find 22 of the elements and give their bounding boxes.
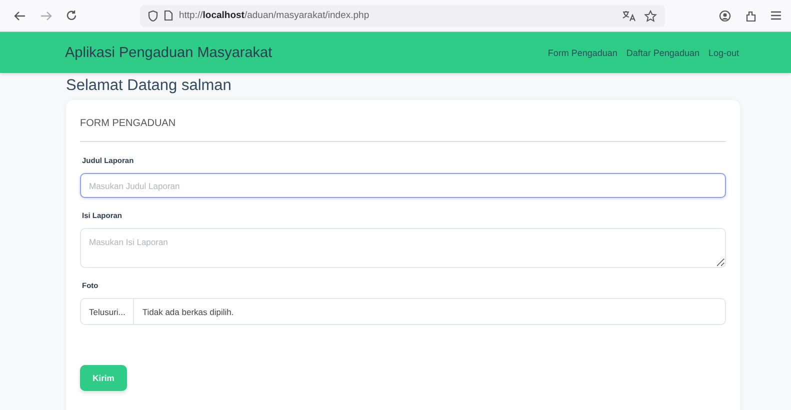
back-icon[interactable] [14, 10, 26, 20]
address-bar[interactable]: http://localhost/aduan/masyarakat/index.php [140, 4, 665, 26]
welcome-heading: Selamat Datang salman [66, 77, 232, 95]
translate-icon[interactable] [622, 10, 636, 22]
account-icon[interactable] [719, 10, 731, 22]
extensions-icon[interactable] [745, 10, 757, 22]
star-icon[interactable] [644, 10, 657, 22]
app-title[interactable]: Aplikasi Pengaduan Masyarakat [65, 44, 272, 60]
text-area[interactable]: Masukan Isi Laporan [80, 228, 726, 268]
nav-link[interactable]: Form Pengaduan [548, 48, 618, 58]
shield-icon[interactable] [148, 10, 158, 22]
nav-link[interactable]: Log-out [708, 48, 739, 58]
url-text: http://localhost/aduan/masyarakat/index.php [179, 10, 370, 21]
file-input[interactable]: Telusuri... Tidak ada berkas dipilih. [80, 298, 726, 325]
browse-button[interactable]: Telusuri... [81, 299, 134, 324]
menu-icon[interactable] [771, 11, 781, 20]
input-field[interactable]: Masukan Judul Laporan [80, 173, 726, 198]
page-icon [164, 10, 173, 21]
form-title: FORM PENGADUAN [80, 118, 726, 142]
nav-link[interactable]: Daftar Pengaduan [626, 48, 700, 58]
file-status: Tidak ada berkas dipilih. [141, 306, 235, 319]
reload-icon[interactable] [66, 10, 77, 21]
